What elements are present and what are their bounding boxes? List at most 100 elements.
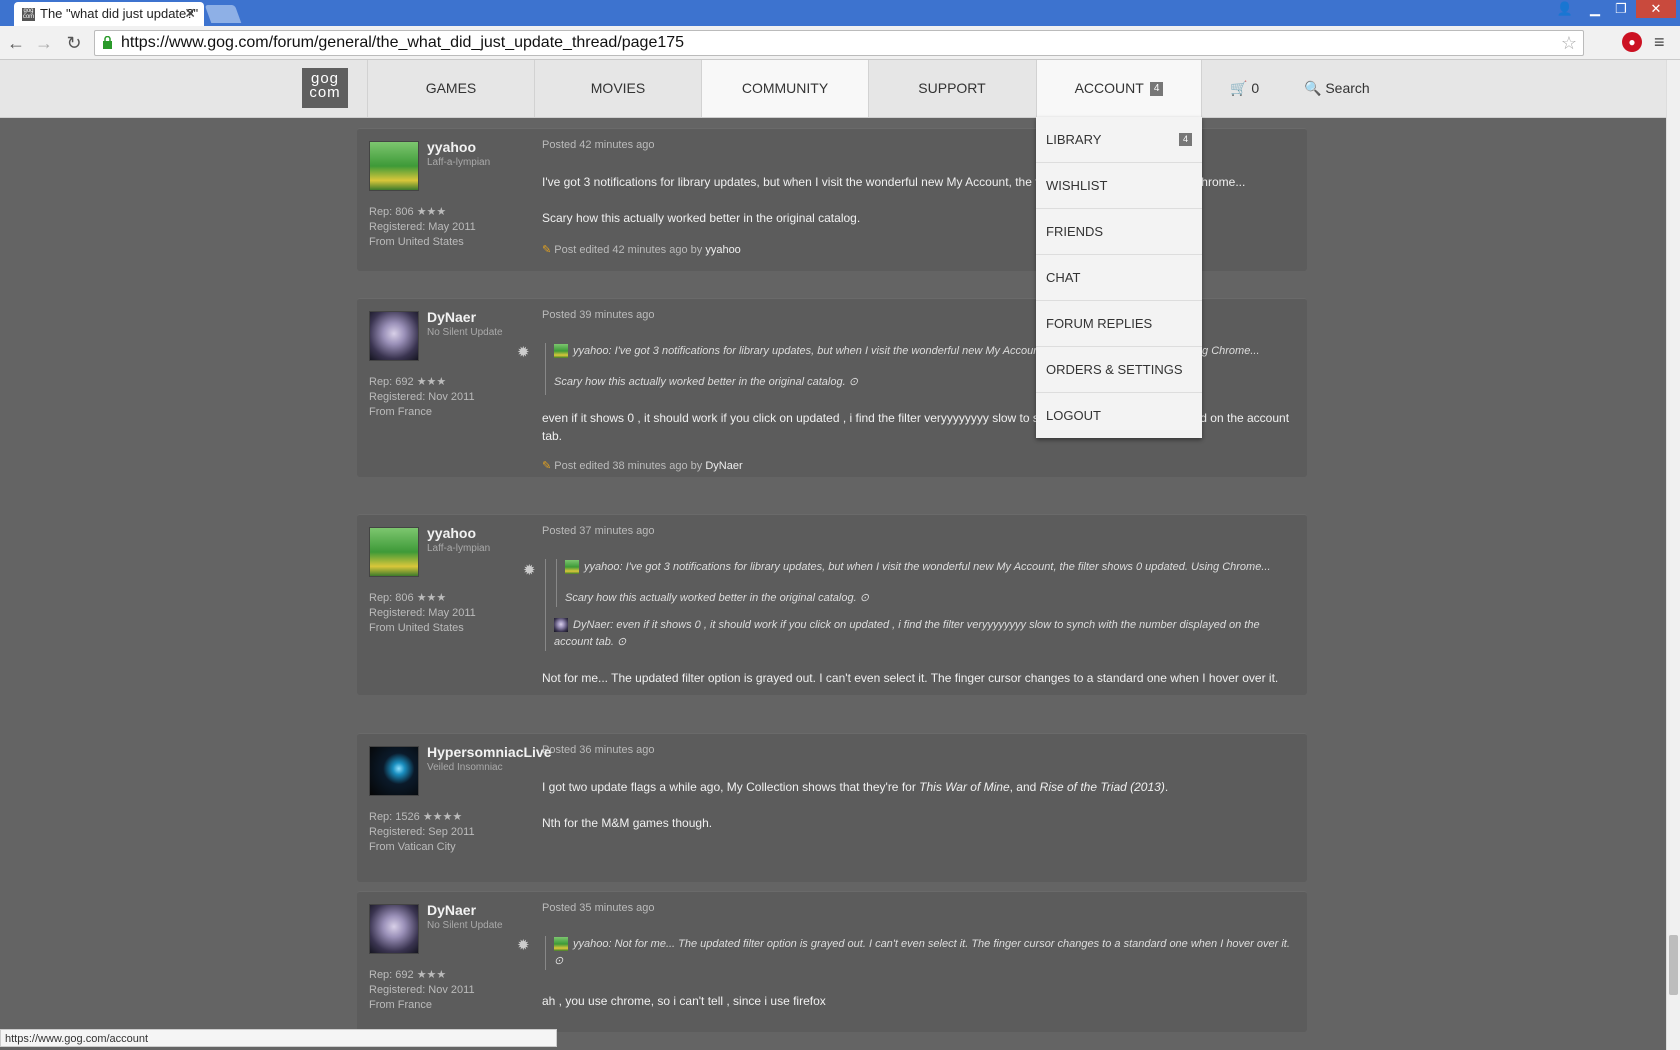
post-username[interactable]: yyahoo bbox=[427, 139, 476, 155]
menu-item-library[interactable]: LIBRARY 4 bbox=[1036, 117, 1202, 163]
forward-icon[interactable]: → bbox=[32, 31, 56, 55]
nav-community[interactable]: COMMUNITY bbox=[701, 60, 868, 117]
gear-icon[interactable]: ✹ bbox=[517, 936, 530, 954]
gear-icon[interactable]: ✹ bbox=[523, 561, 536, 579]
browser-titlebar: gog com The "what did just update?" ✕ 👤 ▁… bbox=[0, 0, 1680, 26]
user-registered: Registered: May 2011 bbox=[369, 221, 476, 233]
post-body-text: Not for me... The updated filter option … bbox=[542, 671, 1279, 685]
user-rep: Rep: 806 ★★★ bbox=[369, 592, 447, 604]
user-rep: Rep: 806 ★★★ bbox=[369, 206, 447, 218]
quote-text: Scary how this actually worked better in… bbox=[565, 592, 857, 604]
forum-post: yyahoo Laff-a-lympian Rep: 806 ★★★ Regis… bbox=[357, 514, 1307, 695]
menu-item-label: FORUM REPLIES bbox=[1046, 316, 1153, 331]
user-registered: Registered: May 2011 bbox=[369, 607, 476, 619]
user-registered: Registered: Nov 2011 bbox=[369, 984, 475, 996]
nav-account[interactable]: ACCOUNT 4 bbox=[1036, 60, 1202, 117]
browser-menu-icon[interactable]: ≡ bbox=[1654, 32, 1665, 53]
body-text: I got two update flags a while ago, My C… bbox=[542, 780, 920, 794]
game-title: This War of Mine bbox=[919, 780, 1010, 794]
menu-item-label: WISHLIST bbox=[1046, 178, 1108, 193]
post-edited-note: ✎ Post edited 38 minutes ago by DyNaer bbox=[542, 459, 743, 472]
user-registered: Registered: Sep 2011 bbox=[369, 826, 475, 838]
menu-item-orders-settings[interactable]: ORDERS & SETTINGS bbox=[1036, 347, 1202, 393]
post-date: Posted 37 minutes ago bbox=[542, 525, 655, 537]
nested-quote-block: yyahoo: I've got 3 notifications for lib… bbox=[556, 559, 1292, 607]
scrollbar-thumb[interactable] bbox=[1669, 935, 1678, 995]
post-edited-note: ✎ Post edited 42 minutes ago by yyahoo bbox=[542, 243, 741, 256]
menu-item-label: LIBRARY bbox=[1046, 132, 1102, 147]
quote-link-icon[interactable]: ⊙ bbox=[849, 376, 858, 388]
reload-icon[interactable]: ↻ bbox=[62, 31, 86, 55]
user-title: No Silent Update bbox=[427, 920, 503, 931]
quote-block: yyahoo: Not for me... The updated filter… bbox=[545, 936, 1290, 970]
nav-movies[interactable]: MOVIES bbox=[534, 60, 701, 117]
quote-author[interactable]: yyahoo: bbox=[573, 345, 612, 357]
quote-link-icon[interactable]: ⊙ bbox=[554, 955, 563, 967]
menu-item-label: CHAT bbox=[1046, 270, 1081, 285]
search-icon: 🔍 bbox=[1304, 80, 1322, 96]
avatar[interactable] bbox=[369, 311, 419, 361]
user-title: Laff-a-lympian bbox=[427, 543, 491, 554]
quote-link-icon[interactable]: ⊙ bbox=[617, 636, 626, 648]
quote-text: even if it shows 0 , it should work if y… bbox=[554, 619, 1260, 648]
quote-link-icon[interactable]: ⊙ bbox=[860, 592, 869, 604]
browser-toolbar: ← → ↻ https://www.gog.com/forum/general/… bbox=[0, 26, 1680, 60]
user-rep: Rep: 1526 ★★★★ bbox=[369, 811, 463, 823]
menu-item-friends[interactable]: FRIENDS bbox=[1036, 209, 1202, 255]
gog-logo[interactable]: gog com bbox=[302, 68, 348, 108]
nav-games[interactable]: GAMES bbox=[367, 60, 534, 117]
adblock-extension-icon[interactable]: ● bbox=[1622, 32, 1642, 52]
menu-item-wishlist[interactable]: WISHLIST bbox=[1036, 163, 1202, 209]
post-username[interactable]: HypersomniacLive bbox=[427, 744, 552, 760]
post-date: Posted 39 minutes ago bbox=[542, 309, 655, 321]
quote-avatar bbox=[554, 618, 568, 633]
user-location: From United States bbox=[369, 236, 464, 248]
avatar[interactable] bbox=[369, 527, 419, 577]
minimize-icon[interactable]: ▁ bbox=[1582, 0, 1608, 18]
restore-icon[interactable]: ❐ bbox=[1608, 0, 1634, 18]
bookmark-star-icon[interactable]: ☆ bbox=[1561, 31, 1577, 55]
user-rep: Rep: 692 ★★★ bbox=[369, 376, 447, 388]
tab-title: The "what did just update?" bbox=[40, 6, 199, 21]
post-username[interactable]: DyNaer bbox=[427, 902, 476, 918]
menu-item-forum-replies[interactable]: FORUM REPLIES bbox=[1036, 301, 1202, 347]
menu-item-chat[interactable]: CHAT bbox=[1036, 255, 1202, 301]
avatar[interactable] bbox=[369, 904, 419, 954]
avatar[interactable] bbox=[369, 141, 419, 191]
post-username[interactable]: DyNaer bbox=[427, 309, 476, 325]
post-username[interactable]: yyahoo bbox=[427, 525, 476, 541]
site-header: gog com GAMES MOVIES COMMUNITY SUPPORT A… bbox=[0, 60, 1666, 118]
quote-author[interactable]: DyNaer: bbox=[573, 619, 613, 631]
library-badge: 4 bbox=[1178, 133, 1192, 146]
cart-button[interactable]: 🛒 0 bbox=[1230, 60, 1259, 117]
quote-author[interactable]: yyahoo: bbox=[584, 561, 623, 573]
back-icon[interactable]: ← bbox=[4, 31, 28, 55]
new-tab-button[interactable] bbox=[204, 5, 242, 23]
tab-close-icon[interactable]: ✕ bbox=[184, 5, 196, 22]
browser-tab[interactable]: gog com The "what did just update?" ✕ bbox=[14, 2, 204, 26]
user-location: From Vatican City bbox=[369, 841, 456, 853]
forum-post: DyNaer No Silent Update Rep: 692 ★★★ Reg… bbox=[357, 891, 1307, 1032]
user-location: From United States bbox=[369, 622, 464, 634]
quote-author[interactable]: yyahoo: bbox=[573, 938, 612, 950]
gog-favicon-icon: gog com bbox=[22, 8, 35, 21]
forum-post: HypersomniacLive Veiled Insomniac Rep: 1… bbox=[357, 733, 1307, 882]
pencil-icon: ✎ bbox=[542, 460, 552, 472]
window-close-icon[interactable]: ✕ bbox=[1636, 0, 1676, 18]
edited-by[interactable]: yyahoo bbox=[705, 244, 740, 256]
nav-support[interactable]: SUPPORT bbox=[868, 60, 1035, 117]
post-body-text: Nth for the M&M games though. bbox=[542, 816, 713, 830]
user-meta: Rep: 806 ★★★ Registered: May 2011 From U… bbox=[369, 591, 476, 636]
menu-item-logout[interactable]: LOGOUT bbox=[1036, 393, 1202, 438]
search-button[interactable]: 🔍 Search bbox=[1304, 60, 1370, 117]
edited-by[interactable]: DyNaer bbox=[705, 460, 742, 472]
avatar[interactable] bbox=[369, 746, 419, 796]
gear-icon[interactable]: ✹ bbox=[517, 343, 530, 361]
page-scrollbar[interactable] bbox=[1666, 60, 1680, 1050]
profile-icon[interactable]: 👤 bbox=[1552, 0, 1578, 18]
cart-icon: 🛒 bbox=[1230, 80, 1248, 96]
lock-icon bbox=[103, 36, 112, 49]
body-text: . bbox=[1164, 780, 1169, 794]
address-bar[interactable]: https://www.gog.com/forum/general/the_wh… bbox=[94, 30, 1584, 56]
user-meta: Rep: 806 ★★★ Registered: May 2011 From U… bbox=[369, 205, 476, 250]
